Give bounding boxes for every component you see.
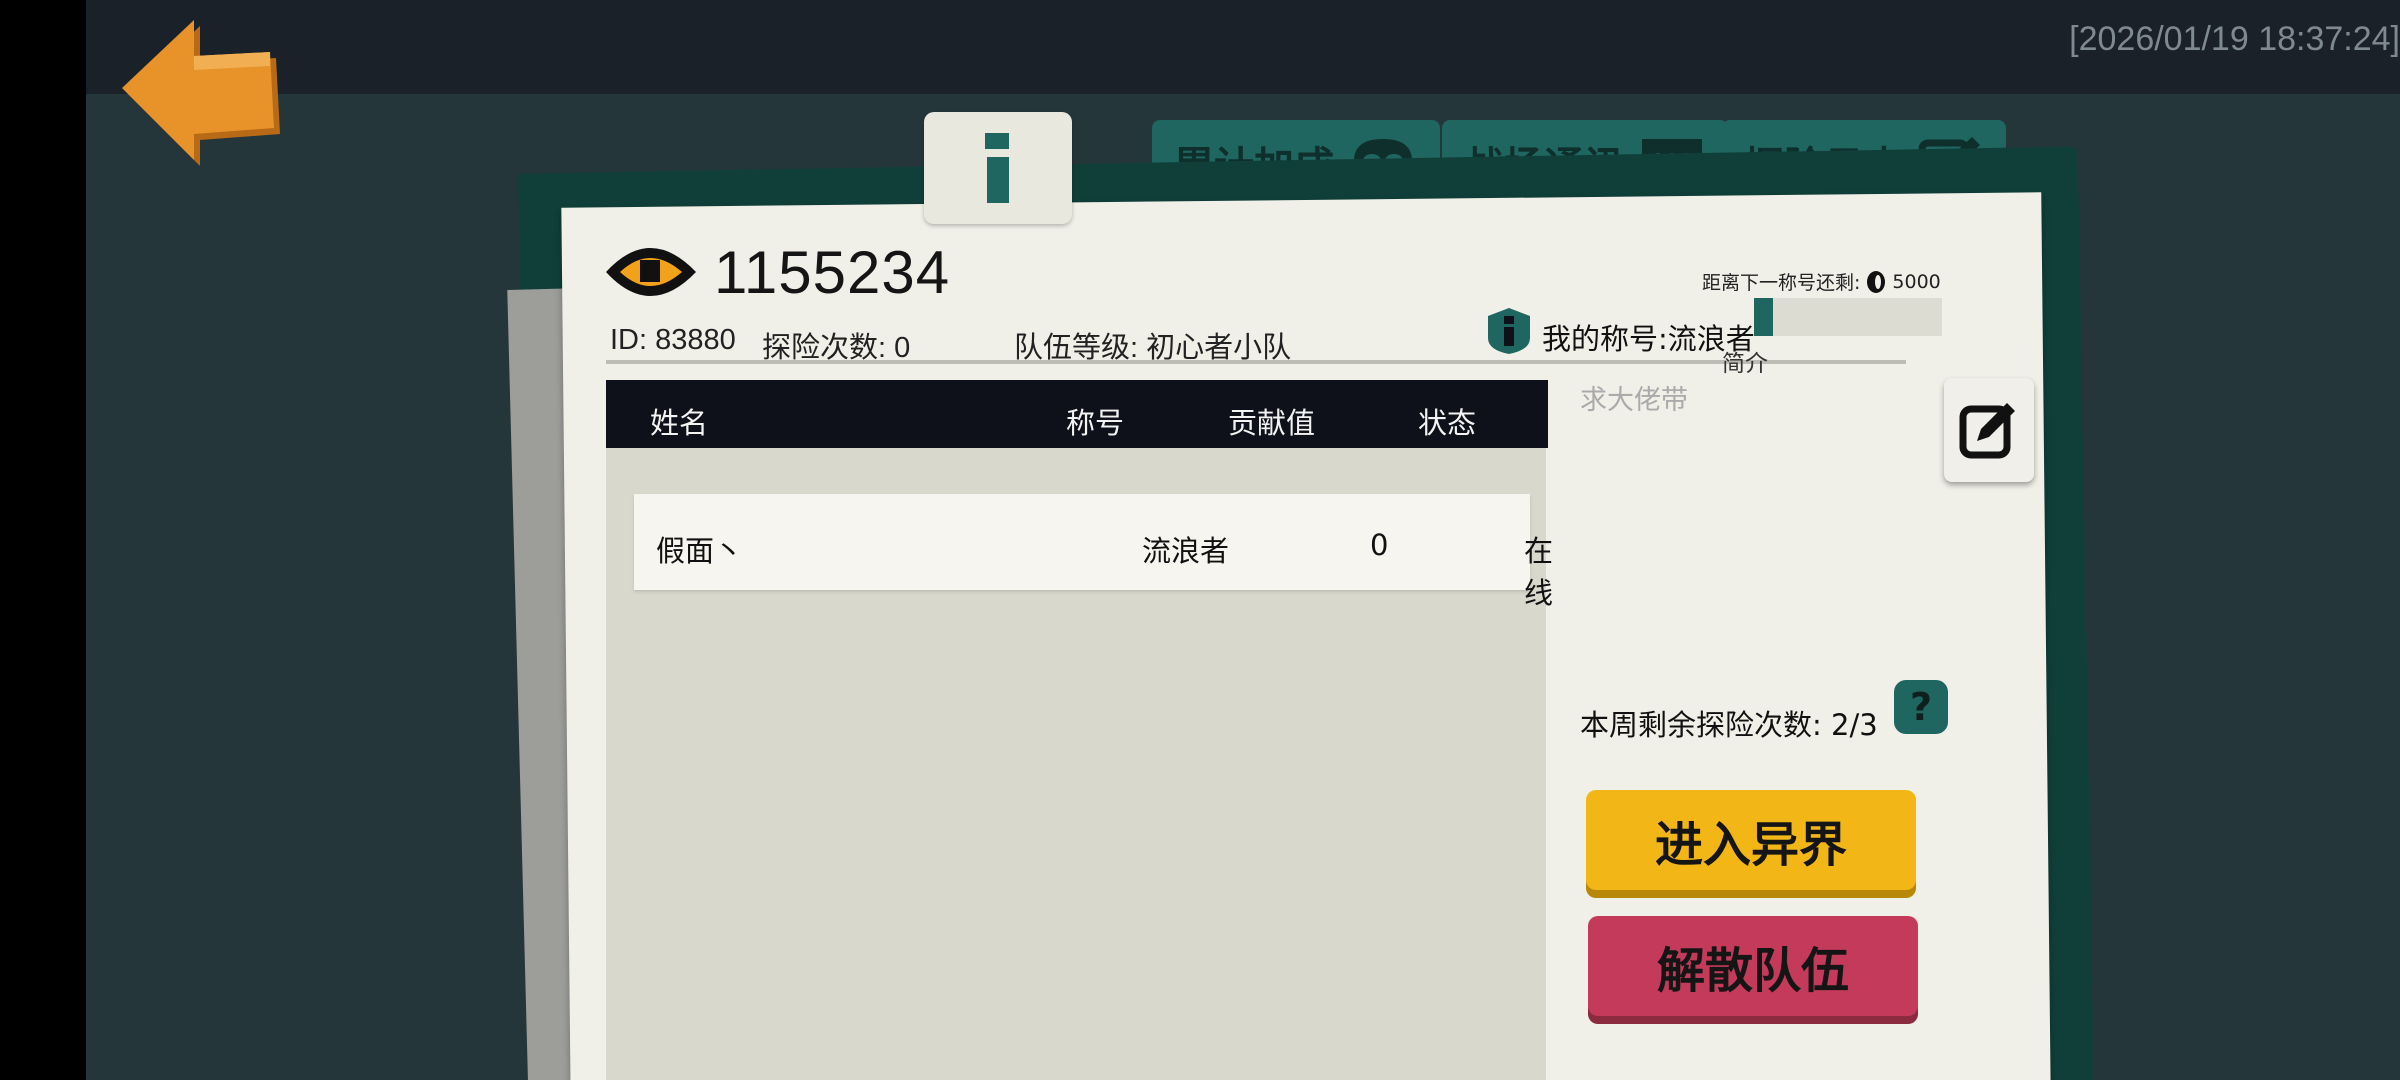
team-panel: 1155234 ID: 83880 探险次数: 0 队伍等级: 初心者小队 距离… xyxy=(86,0,2400,1080)
header-name: 姓名 xyxy=(650,408,709,440)
edit-intro-button[interactable] xyxy=(1944,378,2034,482)
title-progress-text: 距离下一称号还剩: 5000 xyxy=(1702,268,1941,295)
title-badge-icon xyxy=(1488,308,1530,354)
disband-team-button[interactable]: 解散队伍 xyxy=(1588,916,1918,1016)
member-title: 流浪者 xyxy=(1142,534,1230,568)
edit-icon xyxy=(1959,403,2015,459)
title-progress-label: 距离下一称号还剩: xyxy=(1702,272,1861,294)
info-icon xyxy=(985,133,1009,203)
team-name: 1155234 xyxy=(714,239,951,306)
member-contribution: 0 xyxy=(1370,528,1389,562)
member-status: 在线 xyxy=(1524,534,1554,610)
member-row[interactable]: 假面丶 流浪者 0 在线 xyxy=(634,494,1553,610)
member-name: 假面丶 xyxy=(656,534,744,568)
title-progress-bar xyxy=(1754,298,1942,336)
member-table-header: 姓名 称号 贡献值 状态 xyxy=(606,380,1548,448)
game-screen: [2026/01/19 18:37:24] 累计加成 战场通讯 xyxy=(86,0,2400,1080)
weekly-remaining: 本周剩余探险次数: 2/3 xyxy=(1580,708,1878,742)
enter-otherworld-button[interactable]: 进入异界 xyxy=(1586,790,1916,890)
help-icon[interactable]: ? xyxy=(1894,680,1948,734)
header-title: 称号 xyxy=(1066,408,1125,440)
eye-logo-icon xyxy=(606,248,696,296)
team-id: ID: 83880 xyxy=(610,324,736,356)
member-table-area xyxy=(606,382,1546,1080)
header-divider xyxy=(606,360,1906,364)
title-progress-remaining: 5000 xyxy=(1892,270,1941,293)
tab-team-info[interactable] xyxy=(924,112,1072,224)
intro-text: 求大佬带 xyxy=(1580,385,1688,416)
coin-icon xyxy=(1867,270,1886,293)
title-progress-fill xyxy=(1754,298,1773,336)
header-status: 状态 xyxy=(1418,408,1477,440)
intro-label: 简介 xyxy=(1722,351,1768,377)
header-contribution: 贡献值 xyxy=(1228,408,1316,440)
